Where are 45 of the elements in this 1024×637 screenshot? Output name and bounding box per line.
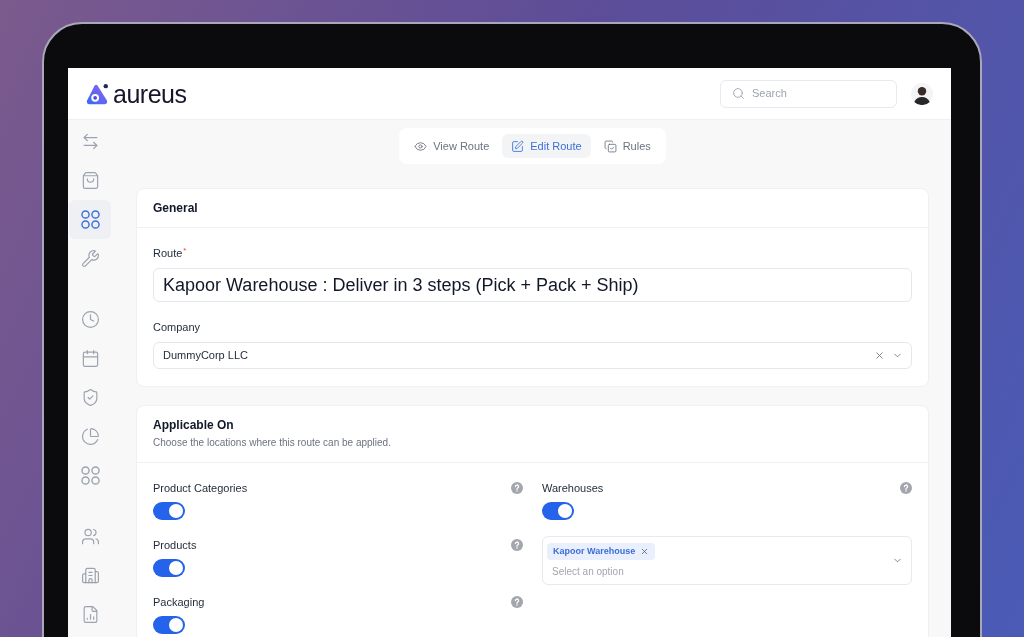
avatar-icon[interactable] (911, 82, 933, 105)
route-input[interactable]: Kapoor Warehouse : Deliver in 3 steps (Pick + Pack + Ship) (153, 268, 912, 302)
section-subtitle: Choose the locations where this route can be applied. (153, 436, 391, 449)
option-label: Product Categories (153, 480, 248, 496)
swap-arrows-icon (80, 132, 100, 151)
company-select[interactable]: DummyCorp LLC (153, 342, 912, 369)
tab[interactable]: View Route (405, 134, 499, 158)
help-icon[interactable] (511, 596, 523, 608)
option-label: Products (153, 537, 197, 553)
section-title: General (153, 200, 198, 217)
option-label: Packaging (153, 594, 205, 610)
search-icon (732, 87, 745, 100)
toggle-switch[interactable] (153, 616, 185, 634)
grid-icon (80, 210, 100, 229)
close-icon[interactable] (874, 350, 885, 361)
toggle-switch[interactable] (153, 559, 185, 577)
wrench-icon (80, 249, 100, 268)
tab[interactable]: Edit Route (502, 134, 591, 158)
pie-chart-icon (80, 427, 100, 446)
pencil-square-icon (511, 139, 525, 153)
tab[interactable]: Rules (594, 134, 660, 158)
multi-select-field[interactable]: Kapoor Warehouse Select an option (542, 536, 912, 585)
section-title: Applicable On (153, 417, 234, 433)
eye-icon (414, 139, 428, 153)
users-icon (80, 527, 100, 546)
logo-icon (85, 82, 109, 105)
field-label: Route$^{*}$ (153, 246, 187, 260)
building-icon (80, 566, 100, 585)
search-field[interactable]: Search (720, 79, 897, 108)
help-icon[interactable] (900, 482, 912, 494)
option-label: Warehouses (542, 480, 604, 496)
close-icon[interactable] (640, 547, 650, 556)
shopping-bag-icon (80, 171, 100, 190)
toggle-switch[interactable] (542, 502, 574, 520)
help-icon[interactable] (511, 539, 523, 551)
documents-check-icon (603, 139, 617, 153)
field-label: Company (153, 320, 201, 334)
grid-icon (80, 466, 100, 485)
brand-name: aureus (113, 79, 187, 108)
tag-chip[interactable]: Kapoor Warehouse (547, 543, 656, 560)
nav-button[interactable] (69, 200, 111, 239)
toggle-switch[interactable] (153, 502, 185, 520)
help-icon[interactable] (511, 482, 523, 494)
clock-icon (80, 310, 100, 329)
calendar-icon (80, 349, 100, 368)
